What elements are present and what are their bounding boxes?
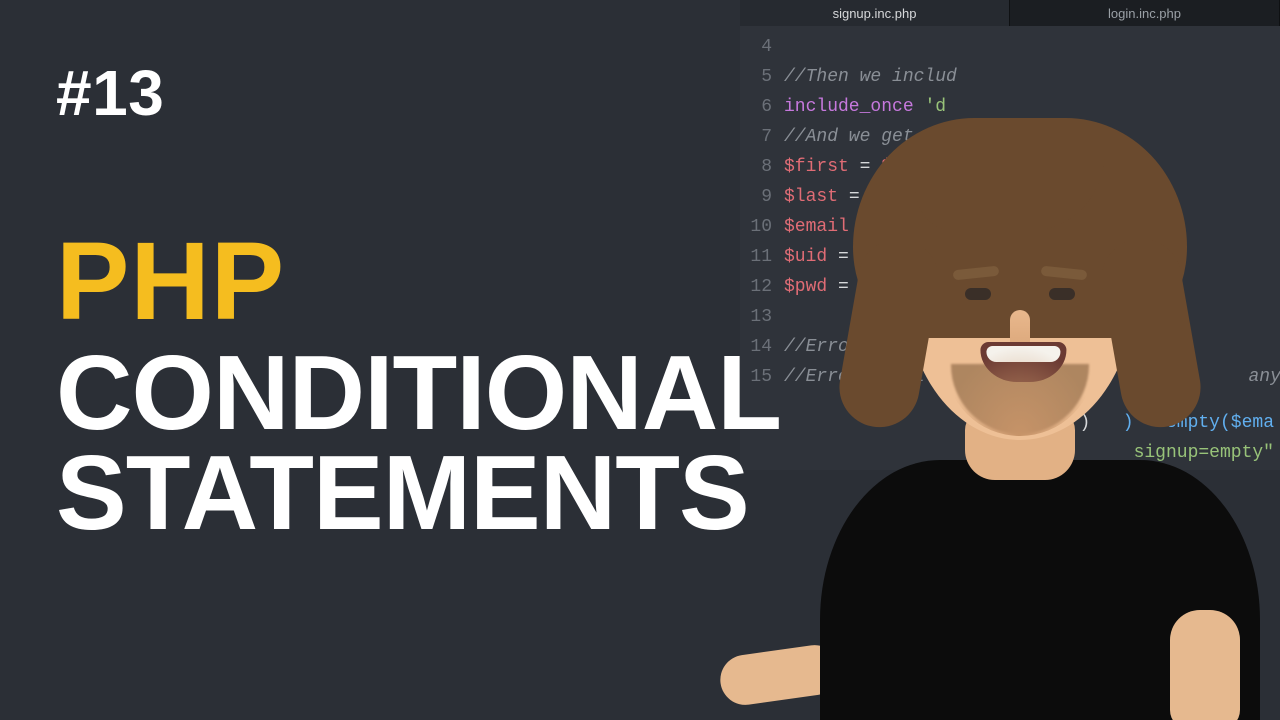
presenter-jaw-shadow bbox=[945, 346, 1095, 436]
presenter-eye bbox=[965, 288, 991, 300]
editor-tab-bar: signup.inc.php login.inc.php bbox=[740, 0, 1280, 26]
tab-label: signup.inc.php bbox=[833, 6, 917, 21]
presenter-eye bbox=[1049, 288, 1075, 300]
presenter-head bbox=[905, 160, 1135, 440]
presenter-right-hand bbox=[1170, 610, 1240, 720]
tab-signup[interactable]: signup.inc.php bbox=[740, 0, 1010, 26]
tab-label: login.inc.php bbox=[1108, 6, 1181, 21]
episode-number: #13 bbox=[56, 56, 1280, 130]
presenter-figure bbox=[740, 120, 1280, 720]
tab-login[interactable]: login.inc.php bbox=[1010, 0, 1280, 26]
